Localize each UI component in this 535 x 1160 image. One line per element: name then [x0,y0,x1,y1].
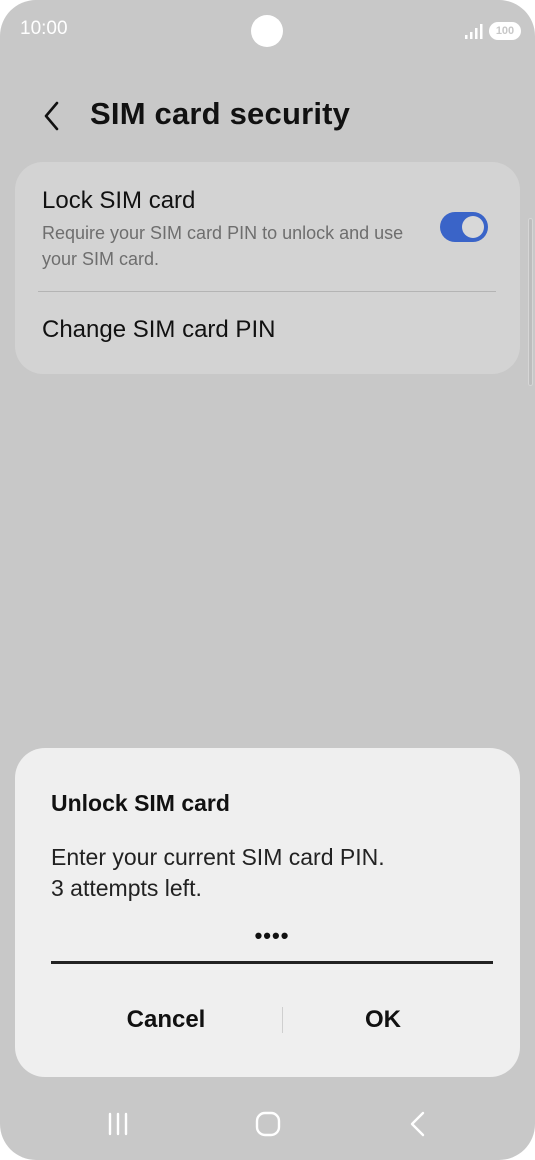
back-button[interactable] [34,94,70,138]
change-pin-label: Change SIM card PIN [42,316,276,343]
dialog-message: Enter your current SIM card PIN. 3 attem… [51,842,491,904]
navigation-bar [0,1090,535,1160]
phone-screen: 10:00 100 SIM card security Lock SIM car… [0,0,535,1160]
lock-sim-row[interactable]: Lock SIM card Require your SIM card PIN … [15,162,520,290]
lock-sim-description: Require your SIM card PIN to unlock and … [42,223,404,269]
battery-icon: 100 [489,22,521,40]
pin-input[interactable]: •••• [51,918,493,964]
home-button[interactable] [240,1104,296,1144]
dialog-message-line2: 3 attempts left. [51,875,202,901]
chevron-left-icon [44,101,59,131]
scrollbar[interactable] [528,218,533,386]
status-time: 10:00 [20,18,68,39]
ok-button[interactable]: OK [268,992,498,1048]
page-title: SIM card security [90,96,351,131]
unlock-sim-dialog: Unlock SIM card Enter your current SIM c… [15,748,520,1077]
toggle-knob [462,216,484,238]
recents-button[interactable] [90,1104,146,1144]
camera-cutout [251,15,283,47]
cancel-button[interactable]: Cancel [51,992,281,1048]
lock-sim-toggle[interactable] [440,212,488,242]
dialog-message-line1: Enter your current SIM card PIN. [51,844,385,870]
status-bar: 10:00 100 [0,0,535,62]
nav-back-button[interactable] [390,1104,446,1144]
home-icon [255,1111,281,1137]
change-pin-row[interactable]: Change SIM card PIN [15,292,520,374]
lock-sim-title: Lock SIM card [42,187,196,214]
back-icon [410,1111,425,1137]
dialog-buttons: Cancel OK [15,992,520,1048]
settings-card: Lock SIM card Require your SIM card PIN … [15,162,520,374]
signal-icon [465,24,483,39]
dialog-title: Unlock SIM card [51,790,230,816]
recents-icon [108,1112,128,1136]
